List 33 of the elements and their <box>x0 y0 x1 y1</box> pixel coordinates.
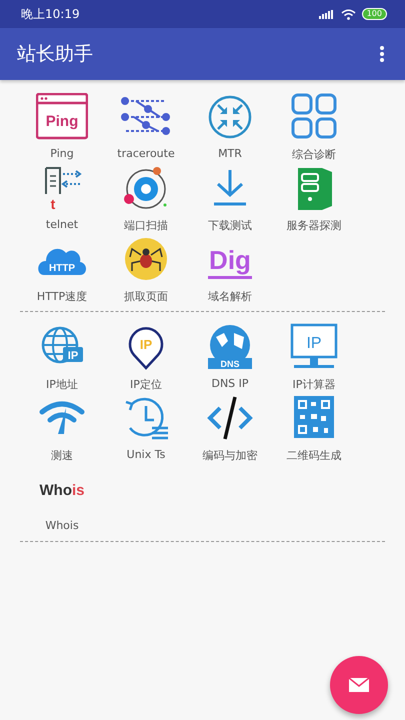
whois-logo: Whois <box>36 465 88 513</box>
tool-tile[interactable]: traceroute <box>104 92 188 163</box>
mail-button[interactable] <box>330 656 388 714</box>
tool-tile[interactable]: MTR <box>188 92 272 163</box>
tool-tile[interactable]: 编码与加密 <box>188 393 272 464</box>
tool-tile[interactable]: IP IP计算器 <box>272 322 356 393</box>
tool-tile[interactable]: HTTP HTTP速度 <box>20 234 104 305</box>
tool-tile[interactable]: 综合诊断 <box>272 92 356 163</box>
ip-monitor-logo: IP <box>288 323 340 371</box>
tool-tile[interactable]: 测速 <box>20 393 104 464</box>
status-time: 晚上10:19 <box>21 6 80 22</box>
more-menu-icon[interactable] <box>379 45 385 63</box>
telnet-logo: t <box>36 164 88 212</box>
tool-tile[interactable]: IP IP定位 <box>104 322 188 393</box>
tool-tile[interactable]: Unix Ts <box>104 393 188 464</box>
signal-icon <box>318 10 335 18</box>
tool-tile[interactable]: Whois Whois <box>20 464 104 535</box>
dig-logo: Dig <box>204 235 256 283</box>
app-title: 站长助手 <box>17 42 93 67</box>
tool-tile[interactable]: 抓取页面 <box>104 234 188 305</box>
ping-logo: Ping <box>36 93 88 141</box>
tool-tile[interactable]: DNS DNS IP <box>188 322 272 393</box>
tool-tile[interactable]: 端口扫描 <box>104 163 188 234</box>
tool-tile[interactable]: IP IP地址 <box>20 322 104 393</box>
battery-level: 100 <box>362 8 387 20</box>
tool-tile[interactable]: Dig 域名解析 <box>188 234 272 305</box>
tool-tile[interactable]: 下载测试 <box>188 163 272 234</box>
tool-tile[interactable]: Ping Ping <box>20 92 104 163</box>
wifi-icon <box>340 8 356 20</box>
tool-tile[interactable]: 二维码生成 <box>272 393 356 464</box>
tool-tile[interactable]: 服务器探测 <box>272 163 356 234</box>
tool-tile[interactable]: t telnet <box>20 163 104 234</box>
mail-icon <box>348 677 370 693</box>
